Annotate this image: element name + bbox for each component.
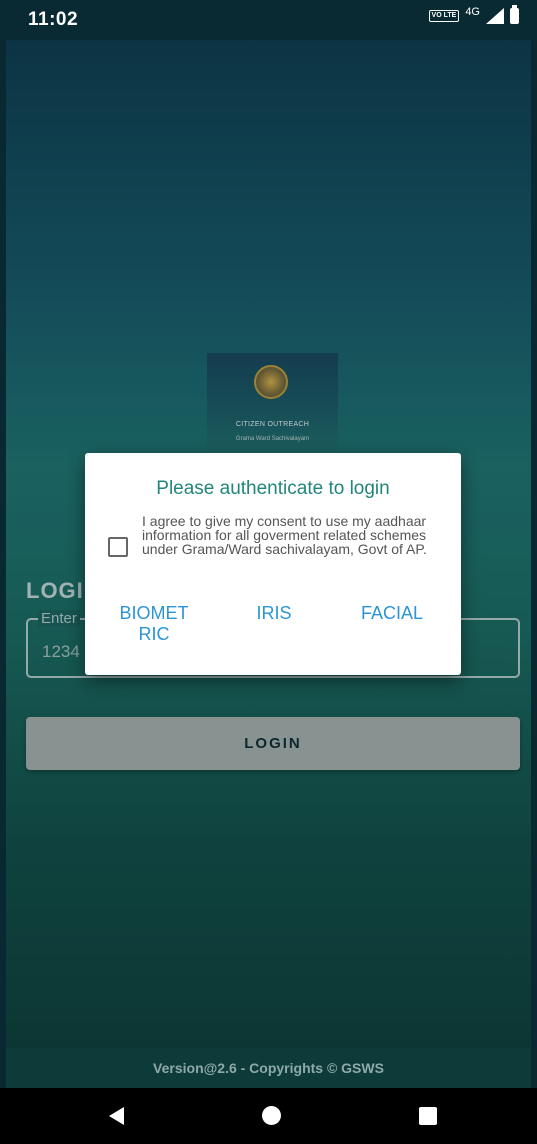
status-time: 11:02 [28,9,79,30]
dialog-title: Please authenticate to login [156,478,390,499]
status-bar: 11:02 VO LTE 4G [0,0,537,40]
recents-icon[interactable] [419,1107,437,1125]
iris-button[interactable]: IRIS [253,603,295,624]
facial-button[interactable]: FACIAL [356,603,428,624]
battery-icon [510,5,519,24]
consent-text: I agree to give my consent to use my aad… [142,513,427,557]
authentication-dialog: Please authenticate to login I agree to … [85,453,461,675]
volte-icon: VO LTE [428,10,460,22]
network-type-label: 4G [465,6,480,18]
signal-icon [486,8,504,24]
back-icon[interactable] [109,1107,124,1125]
consent-checkbox[interactable] [108,537,128,557]
biometric-button[interactable]: BIOMET RIC [115,603,193,645]
status-icons: VO LTE 4G [428,5,519,24]
footer-text: Version@2.6 - Copyrights © GSWS [153,1060,384,1076]
footer-bar: Version@2.6 - Copyrights © GSWS [6,1048,531,1088]
home-icon[interactable] [262,1106,281,1125]
app-screen: 11:02 VO LTE 4G CITIZEN OUTREACH Grama W… [0,0,537,1144]
navigation-bar [0,1088,537,1144]
